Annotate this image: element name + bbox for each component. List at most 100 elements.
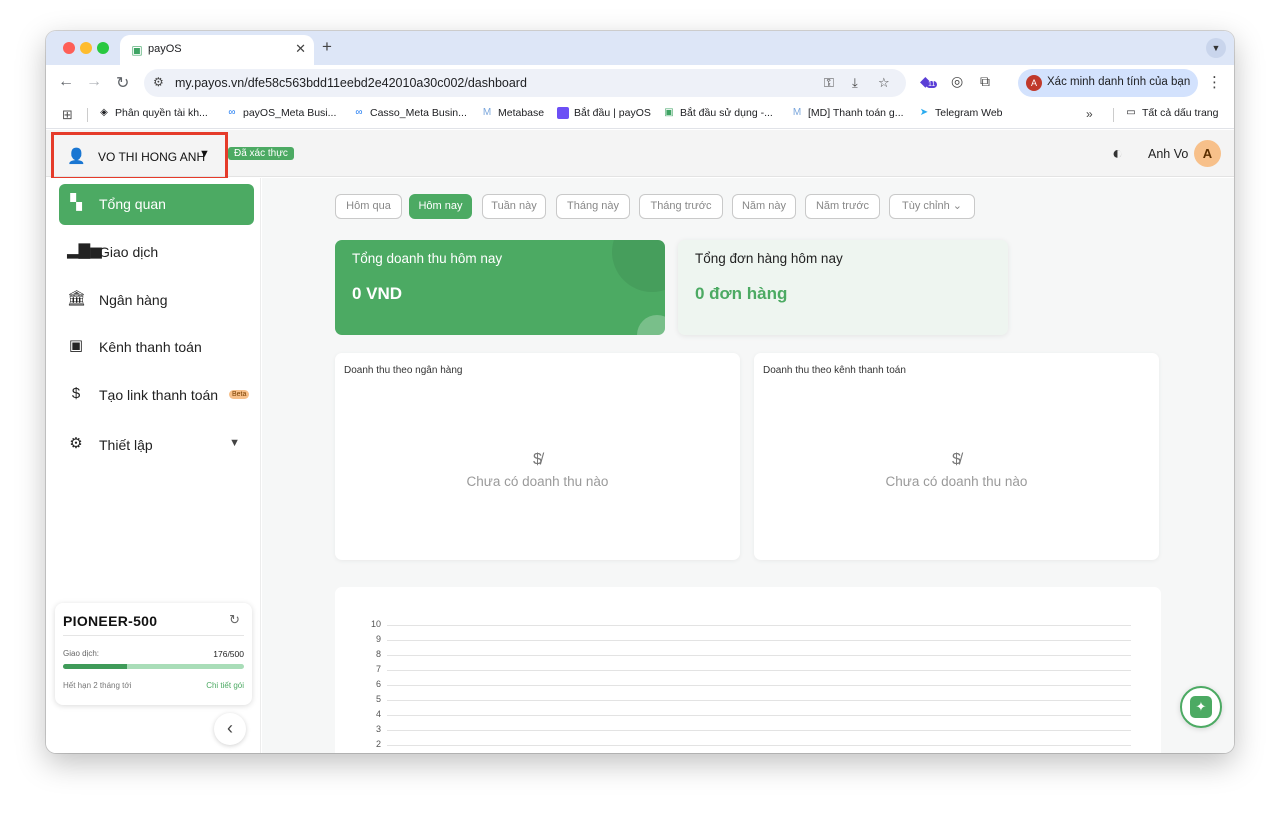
verified-badge: Đã xác thực [228, 147, 294, 160]
bookmark-item[interactable]: ➤ Telegram Web [918, 107, 1003, 119]
bookmark-separator [1113, 108, 1114, 122]
filter-custom-label: Tùy chỉnh [902, 200, 950, 212]
extensions-puzzle-icon[interactable]: ⧉ [980, 73, 990, 90]
plan-divider [63, 635, 244, 636]
more-bookmarks-icon[interactable]: » [1086, 107, 1093, 121]
filter-last-month[interactable]: Tháng trước [639, 194, 723, 219]
minimize-window-button[interactable] [80, 42, 92, 54]
plan-detail-link[interactable]: Chi tiết gói [206, 681, 244, 690]
revenue-chart: 10 9 8 7 6 5 4 3 2 [335, 587, 1161, 753]
apps-grid-icon[interactable]: ⊞ [62, 107, 73, 123]
filter-today[interactable]: Hôm nay [409, 194, 472, 219]
revenue-card: Tổng doanh thu hôm nay 0 VND [335, 240, 665, 335]
reload-icon[interactable]: ↻ [116, 73, 129, 93]
account-switcher[interactable]: 👤 VO THI HONG ANH ▼ [51, 132, 228, 180]
dashboard-icon: ▚ [70, 194, 82, 211]
bank-icon: 🏛 [67, 290, 87, 307]
collapse-sidebar-button[interactable]: ‹ [214, 713, 246, 745]
sidebar-item-label: Tạo link thanh toán [99, 387, 219, 403]
y-axis-tick: 7 [375, 664, 381, 674]
bookmark-item[interactable]: ∞ payOS_Meta Busi... [226, 107, 336, 119]
bookmark-item[interactable]: ▣ Bắt đầu sử dụng -... [663, 107, 773, 119]
sidebar-item-label: Thiết lập [99, 437, 153, 453]
back-arrow-icon[interactable]: ← [58, 73, 74, 91]
user-name[interactable]: Anh Vo [1148, 147, 1188, 161]
password-key-icon[interactable]: ⚿ [824, 75, 834, 91]
grid-line [387, 730, 1131, 731]
decorative-circle [637, 315, 665, 335]
meta-icon: ∞ [228, 107, 236, 118]
sidebar-item-payment-link[interactable]: $ Tạo link thanh toán Beta [59, 375, 254, 416]
layers-icon: ◈ [100, 107, 108, 118]
bookmark-label: [MD] Thanh toán g... [808, 107, 904, 119]
plan-card: PIONEER-500 ↻ Giao dịch: 176/500 Hết hạn… [55, 603, 252, 705]
person-icon: 👤 [67, 148, 86, 165]
sidebar-item-bank[interactable]: 🏛 Ngân hàng [59, 280, 254, 321]
account-name: VO THI HONG ANH [98, 150, 206, 164]
site-settings-icon[interactable]: ⚙ [153, 75, 164, 89]
invoice-icon: $ [71, 385, 81, 402]
payos-icon: ▣ [664, 107, 674, 118]
sidebar-item-payment-channels[interactable]: ▣ Kênh thanh toán [59, 327, 254, 368]
panel-title: Doanh thu theo ngân hàng [344, 365, 463, 376]
wallet-icon: ▣ [68, 337, 84, 354]
plan-usage-bar [63, 664, 244, 669]
sidebar-item-settings[interactable]: ⚙ Thiết lập ▼ [59, 425, 254, 466]
bookmark-item[interactable]: ◈ Phân quyền tài kh... [98, 107, 208, 119]
bookmark-star-icon[interactable]: ☆ [878, 75, 890, 91]
meta-icon: ∞ [355, 107, 363, 118]
filter-last-year[interactable]: Năm trước [805, 194, 880, 219]
y-axis-tick: 3 [375, 724, 381, 734]
metabase-icon: M [482, 107, 492, 118]
filter-this-year[interactable]: Năm này [732, 194, 796, 219]
url-text[interactable]: my.payos.vn/dfe58c563bdd11eebd2e42010a30… [175, 76, 527, 90]
filter-this-month[interactable]: Tháng này [556, 194, 630, 219]
tab-strip: ▣ payOS ✕ + ▼ [46, 31, 1234, 65]
assistant-button[interactable]: ✦ [1180, 686, 1222, 728]
extension-badge: 11 [926, 81, 938, 88]
tab-search-button[interactable]: ▼ [1206, 38, 1226, 58]
address-bar[interactable]: ⚙ my.payos.vn/dfe58c563bdd11eebd2e42010a… [144, 69, 906, 97]
refresh-icon[interactable]: ↻ [229, 612, 240, 628]
plan-name: PIONEER-500 [63, 613, 158, 629]
grid-line [387, 715, 1131, 716]
bookmark-item[interactable]: M [MD] Thanh toán g... [791, 107, 904, 119]
avatar[interactable]: A [1194, 140, 1221, 167]
tab-title: payOS [148, 43, 182, 55]
filter-yesterday[interactable]: Hôm qua [335, 194, 402, 219]
browser-tab[interactable]: ▣ payOS ✕ [120, 35, 314, 65]
profile-chip-label: Xác minh danh tính của bạn [1047, 76, 1191, 88]
bookmark-item[interactable]: M Metabase [481, 107, 544, 119]
payos-square-icon [557, 107, 569, 119]
payos-favicon-icon: ▣ [131, 43, 143, 57]
bookmark-separator [87, 108, 88, 122]
grid-line [387, 655, 1131, 656]
profile-chip[interactable]: A Xác minh danh tính của bạn [1018, 69, 1198, 97]
grid-line [387, 745, 1131, 746]
plan-transactions-label: Giao dịch: [63, 649, 100, 658]
theme-toggle-icon[interactable]: ◐ [1112, 143, 1123, 164]
close-tab-icon[interactable]: ✕ [295, 41, 306, 57]
no-money-icon: $̸ [952, 451, 961, 468]
browser-menu-icon[interactable]: ⋮ [1207, 73, 1222, 91]
bookmark-label: Phân quyền tài kh... [115, 107, 208, 119]
sidebar-item-transactions[interactable]: ▂▇▅ Giao dịch [59, 232, 254, 273]
forward-arrow-icon[interactable]: → [86, 73, 102, 91]
extension-circle-icon[interactable]: ◎ [951, 73, 963, 90]
y-axis-tick: 6 [375, 679, 381, 689]
maximize-window-button[interactable] [97, 42, 109, 54]
bookmark-label: Metabase [498, 107, 545, 119]
sidebar-item-overview[interactable]: ▚ Tổng quan [59, 184, 254, 225]
bookmark-item[interactable]: Bắt đầu | payOS [557, 107, 651, 119]
grid-line [387, 640, 1131, 641]
chevron-down-icon: ▼ [199, 148, 210, 160]
filter-this-week[interactable]: Tuần này [482, 194, 546, 219]
bookmark-item[interactable]: ∞ Casso_Meta Busin... [353, 107, 466, 119]
y-axis-tick: 4 [375, 709, 381, 719]
close-window-button[interactable] [63, 42, 75, 54]
plan-usage-fill [63, 664, 127, 669]
new-tab-button[interactable]: + [322, 37, 332, 57]
all-bookmarks-button[interactable]: ▭ Tất cả dấu trang [1125, 107, 1218, 119]
install-app-icon[interactable]: ⤓ [852, 75, 858, 91]
filter-custom[interactable]: Tùy chỉnh ⌄ [889, 194, 975, 219]
